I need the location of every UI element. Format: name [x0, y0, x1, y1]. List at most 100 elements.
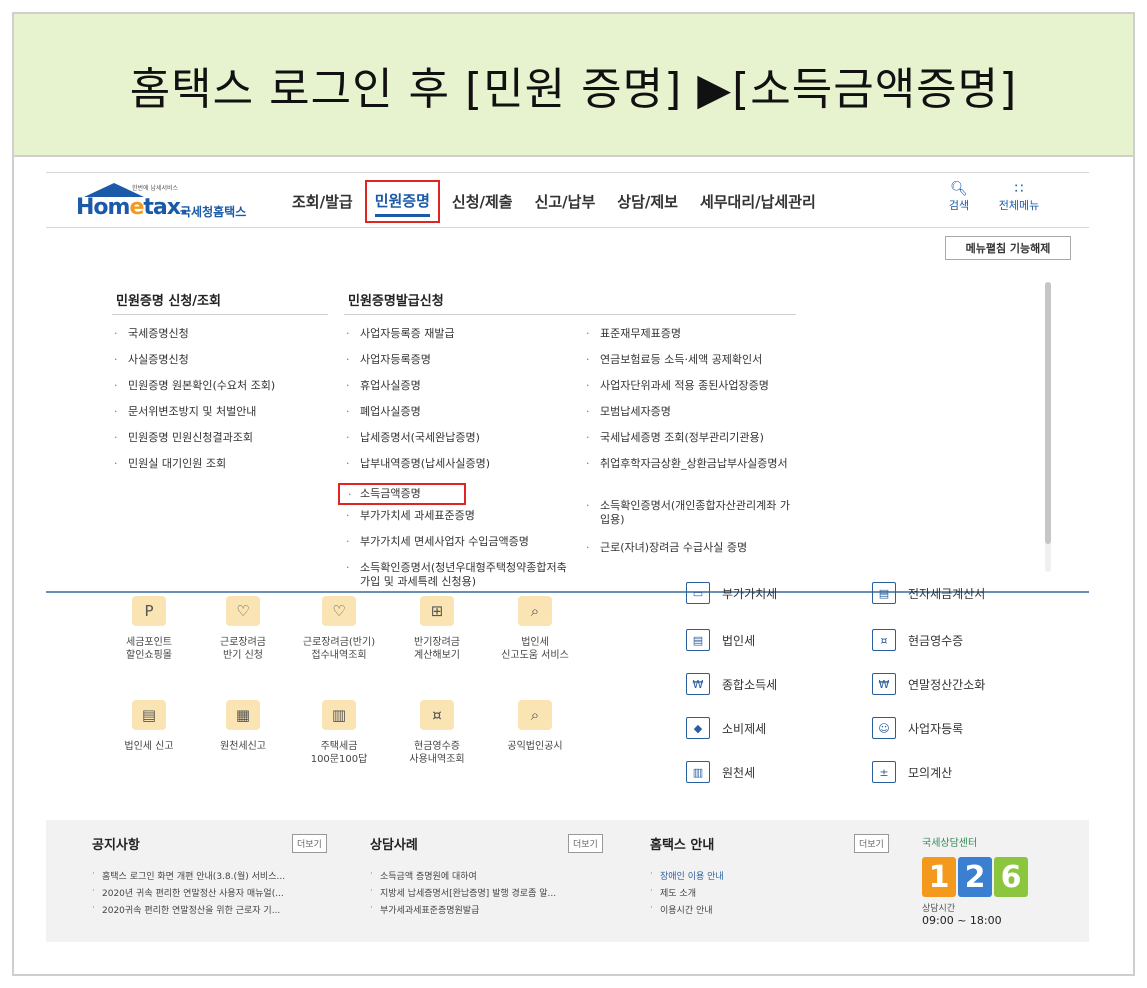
- service-label: 원천세: [722, 765, 756, 780]
- guide-more-button[interactable]: 더보기: [854, 834, 889, 853]
- menu-item-income-certificate[interactable]: 소득금액증명: [338, 483, 466, 505]
- service-corporate-tax-report[interactable]: ▤ 법인세 신고: [104, 700, 194, 753]
- building-icon: ▤: [132, 700, 166, 730]
- service-label: 원천세신고: [220, 741, 266, 752]
- service-label: 종합소득세: [722, 677, 778, 692]
- menu-item[interactable]: 폐업사실증명: [344, 405, 574, 431]
- menu-item[interactable]: 민원증명 민원신청결과조회: [112, 431, 332, 457]
- menu-item[interactable]: 국세납세증명 조회(정부관리기관용): [584, 431, 799, 457]
- apartment-icon: ▥: [322, 700, 356, 730]
- menu-item[interactable]: 표준재무제표증명: [584, 327, 799, 353]
- service-cash-receipt[interactable]: ¤ 현금영수증: [872, 628, 963, 652]
- call-center-tag: 국세상담센터: [922, 838, 978, 849]
- notice-item[interactable]: 홈택스 로그인 화면 개편 안내(3.8.(월) 서비스...: [92, 869, 342, 886]
- money-bag-icon: ₩: [686, 673, 710, 695]
- person-icon: ☺: [872, 717, 896, 739]
- service-vat[interactable]: ▭ 부가가치세: [686, 582, 777, 604]
- service-year-end-settlement[interactable]: ₩ 연말정산간소화: [872, 672, 985, 696]
- guide-item[interactable]: 이용시간 안내: [650, 903, 910, 920]
- nav-civil-certificate[interactable]: 민원증명: [364, 179, 440, 223]
- service-label: 현금영수증: [908, 633, 964, 648]
- service-semiannual-calc[interactable]: ⊞ 반기장려금 계산해보기: [392, 596, 482, 662]
- menu-item[interactable]: 사업자등록증명: [344, 353, 574, 379]
- document-search-icon: ⌕: [518, 596, 552, 626]
- nav-apply-submit[interactable]: 신청/제출: [452, 191, 513, 212]
- menu-item[interactable]: 부가가치세 면세사업자 수입금액증명: [344, 535, 574, 561]
- col3-menu: 표준재무제표증명 연금보험료등 소득·세액 공제확인서 사업자단위과세 적용 종…: [584, 327, 799, 567]
- menu-item[interactable]: 사실증명신청: [112, 353, 332, 379]
- guide-item[interactable]: 제도 소개: [650, 886, 910, 903]
- col2-title: 민원증명발급신청: [348, 294, 444, 309]
- menu-scrollbar-thumb[interactable]: [1045, 282, 1051, 544]
- col2-menu: 사업자등록증 재발급 사업자등록증명 휴업사실증명 폐업사실증명 납세증명서(국…: [338, 327, 574, 589]
- menu-item[interactable]: 근로(자녀)장려금 수급사실 증명: [584, 541, 799, 567]
- nav-consult-report[interactable]: 상담/제보: [617, 191, 678, 212]
- service-tax-point-mall[interactable]: P 세금포인트 할인쇼핑몰: [104, 596, 194, 662]
- menu-item[interactable]: 소득확인증명서(개인종합자산관리계좌 가입용): [584, 499, 799, 541]
- service-corporate-tax[interactable]: ▤ 법인세: [686, 628, 755, 652]
- service-corporate-tax-help[interactable]: ⌕ 법인세 신고도움 서비스: [490, 596, 580, 662]
- consult-item[interactable]: 지방세 납세증명서[완납증명] 발행 경로좀 알...: [370, 886, 620, 903]
- service-label: 공익법인공시: [507, 741, 563, 752]
- logo-wordmark: Hometax.: [76, 195, 188, 220]
- service-withholding-tax[interactable]: ▥ 원천세: [686, 760, 755, 784]
- menu-item[interactable]: 사업자등록증 재발급: [344, 327, 574, 353]
- menu-item[interactable]: 문서위변조방지 및 처벌안내: [112, 405, 332, 431]
- guide-list: 장애인 이용 안내 제도 소개 이용시간 안내: [650, 869, 910, 920]
- service-public-corp-disclosure[interactable]: ⌕ 공익법인공시: [490, 700, 580, 753]
- menu-item[interactable]: 국세증명신청: [112, 327, 332, 353]
- menu-scrollbar[interactable]: [1045, 282, 1051, 572]
- service-e-tax-invoice[interactable]: ▤ 전자세금계산서: [872, 582, 985, 604]
- tax-call-center-126[interactable]: 국세상담센터 1 2 6 상담시간 09:00 ~ 18:00: [922, 834, 1052, 944]
- service-withholding-report[interactable]: ▦ 원천세신고: [198, 700, 288, 753]
- notice-item[interactable]: 2020년 귀속 편리한 연말정산 사용자 매뉴얼(...: [92, 886, 342, 903]
- title-banner: 홈택스 로그인 후 [민원 증명] ▶[소득금액증명]: [14, 14, 1133, 157]
- menu-item[interactable]: 연금보험료등 소득·세액 공제확인서: [584, 353, 799, 379]
- hometax-logo[interactable]: 한번에 납세서비스 Hometax. 국세청홈택스: [76, 183, 266, 221]
- service-comprehensive-income-tax[interactable]: ₩ 종합소득세: [686, 672, 777, 696]
- building-search-icon: ⌕: [518, 700, 552, 730]
- menu-item[interactable]: 사업자단위과세 적용 종된사업장증명: [584, 379, 799, 405]
- coin-icon: ₩: [872, 673, 896, 695]
- hometax-screenshot: 한번에 납세서비스 Hometax. 국세청홈택스 조회/발급 민원증명 신청/…: [46, 172, 1089, 942]
- building-icon: ▤: [686, 629, 710, 651]
- menu-item[interactable]: 소득확인증명서(청년우대형주택청약종합저축 가입 및 과세특례 신청용): [344, 561, 574, 589]
- consult-section: 상담사례 더보기 소득금액 증명원에 대하여 지방세 납세증명서[완납증명] 발…: [370, 834, 620, 920]
- guide-item[interactable]: 장애인 이용 안내: [650, 869, 910, 886]
- menu-item[interactable]: 취업후학자금상환_상환금납부사실증명서: [584, 457, 799, 499]
- service-cash-receipt-history[interactable]: ¤ 현금영수증 사용내역조회: [392, 700, 482, 766]
- menu-item[interactable]: 휴업사실증명: [344, 379, 574, 405]
- hours-value: 09:00 ~ 18:00: [922, 914, 1002, 927]
- consult-more-button[interactable]: 더보기: [568, 834, 603, 853]
- tax-point-icon: P: [132, 596, 166, 626]
- consult-item[interactable]: 부가세과세표준증명원발급: [370, 903, 620, 920]
- service-label: 근로장려금 반기 신청: [220, 637, 266, 661]
- service-excise-tax[interactable]: ◆ 소비제세: [686, 716, 766, 740]
- nav-report-pay[interactable]: 신고/납부: [535, 191, 596, 212]
- nav-inquiry-issue[interactable]: 조회/발급: [292, 191, 353, 212]
- notice-item[interactable]: 2020귀속 편리한 연말정산을 위한 근로자 기...: [92, 903, 342, 920]
- service-earned-income-apply[interactable]: ♡ 근로장려금 반기 신청: [198, 596, 288, 662]
- consult-item[interactable]: 소득금액 증명원에 대하여: [370, 869, 620, 886]
- service-business-registration[interactable]: ☺ 사업자등록: [872, 716, 963, 740]
- search-label: 검색: [948, 199, 970, 212]
- menu-item[interactable]: 민원증명 원본확인(수요처 조회): [112, 379, 332, 405]
- menu-item[interactable]: 납부내역증명(납세사실증명): [344, 457, 574, 483]
- service-housing-tax-faq[interactable]: ▥ 주택세금 100문100답: [294, 700, 384, 766]
- site-header: 한번에 납세서비스 Hometax. 국세청홈택스 조회/발급 민원증명 신청/…: [46, 172, 1089, 228]
- diamond-icon: ◆: [686, 717, 710, 739]
- search-button[interactable]: 🔍︎ 검색: [934, 181, 984, 213]
- menu-expand-release-button[interactable]: 메뉴펼침 기능해제: [945, 236, 1071, 260]
- menu-item[interactable]: 납세증명서(국세완납증명): [344, 431, 574, 457]
- col1-menu: 국세증명신청 사실증명신청 민원증명 원본확인(수요처 조회) 문서위변조방지 …: [112, 327, 332, 483]
- nav-tax-agent[interactable]: 세무대리/납세관리: [700, 191, 816, 212]
- notice-more-button[interactable]: 더보기: [292, 834, 327, 853]
- calculator-icon: ±: [872, 761, 896, 783]
- service-mock-calculation[interactable]: ± 모의계산: [872, 760, 952, 784]
- heart-check-icon: ♡: [322, 596, 356, 626]
- menu-item[interactable]: 부가가치세 과세표준증명: [344, 509, 574, 535]
- all-menu-button[interactable]: ∷ 전체메뉴: [994, 181, 1044, 213]
- menu-item[interactable]: 모범납세자증명: [584, 405, 799, 431]
- service-earned-income-status[interactable]: ♡ 근로장려금(반기) 접수내역조회: [294, 596, 384, 662]
- menu-item[interactable]: 민원실 대기인원 조회: [112, 457, 332, 483]
